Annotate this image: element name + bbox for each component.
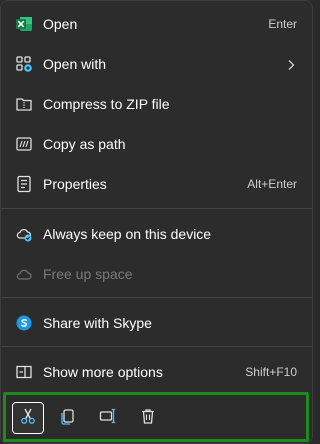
menu-separator	[1, 297, 312, 298]
menu-item-always-keep[interactable]: Always keep on this device	[7, 217, 306, 251]
menu-item-compress-zip[interactable]: Compress to ZIP file	[7, 87, 306, 121]
menu-item-copy-as-path[interactable]: Copy as path	[7, 127, 306, 161]
cloud-sync-icon	[15, 225, 33, 243]
cut-button[interactable]	[12, 402, 44, 434]
copy-icon	[59, 407, 77, 430]
copy-button[interactable]	[52, 402, 84, 434]
menu-item-label: Show more options	[43, 364, 163, 380]
shortcut-text: Shift+F10	[245, 365, 297, 379]
menu-item-label: Compress to ZIP file	[43, 96, 170, 112]
skype-icon	[15, 314, 33, 332]
menu-item-free-up-space: Free up space	[7, 257, 306, 291]
delete-icon	[139, 407, 157, 430]
menu-item-label: Share with Skype	[43, 315, 152, 331]
quick-actions-toolbar	[3, 392, 309, 442]
chevron-right-icon	[286, 58, 296, 70]
menu-item-show-more-options[interactable]: Show more options Shift+F10	[7, 355, 306, 389]
open-with-icon	[15, 55, 33, 73]
menu-item-open-with[interactable]: Open with	[7, 47, 306, 81]
copy-path-icon	[15, 135, 33, 153]
menu-item-label: Open	[43, 16, 78, 32]
context-menu: Open Enter Open with Compress to ZIP fil…	[0, 0, 313, 444]
rename-button[interactable]	[92, 402, 124, 434]
cloud-icon	[15, 265, 33, 283]
menu-separator	[1, 346, 312, 347]
menu-item-label: Always keep on this device	[43, 226, 212, 242]
cut-icon	[19, 407, 37, 430]
properties-icon	[15, 175, 33, 193]
zip-folder-icon	[15, 95, 33, 113]
rename-icon	[99, 407, 117, 430]
menu-item-label: Properties	[43, 176, 107, 192]
shortcut-text: Alt+Enter	[247, 177, 297, 191]
delete-button[interactable]	[132, 402, 164, 434]
menu-item-label: Free up space	[43, 266, 133, 282]
menu-item-open[interactable]: Open Enter	[7, 7, 306, 41]
excel-icon	[15, 15, 33, 33]
show-more-icon	[15, 363, 33, 381]
menu-item-share-skype[interactable]: Share with Skype	[7, 306, 306, 340]
menu-item-label: Open with	[43, 56, 107, 72]
shortcut-text: Enter	[268, 17, 297, 31]
menu-separator	[1, 208, 312, 209]
menu-item-properties[interactable]: Properties Alt+Enter	[7, 167, 306, 201]
menu-item-label: Copy as path	[43, 136, 126, 152]
